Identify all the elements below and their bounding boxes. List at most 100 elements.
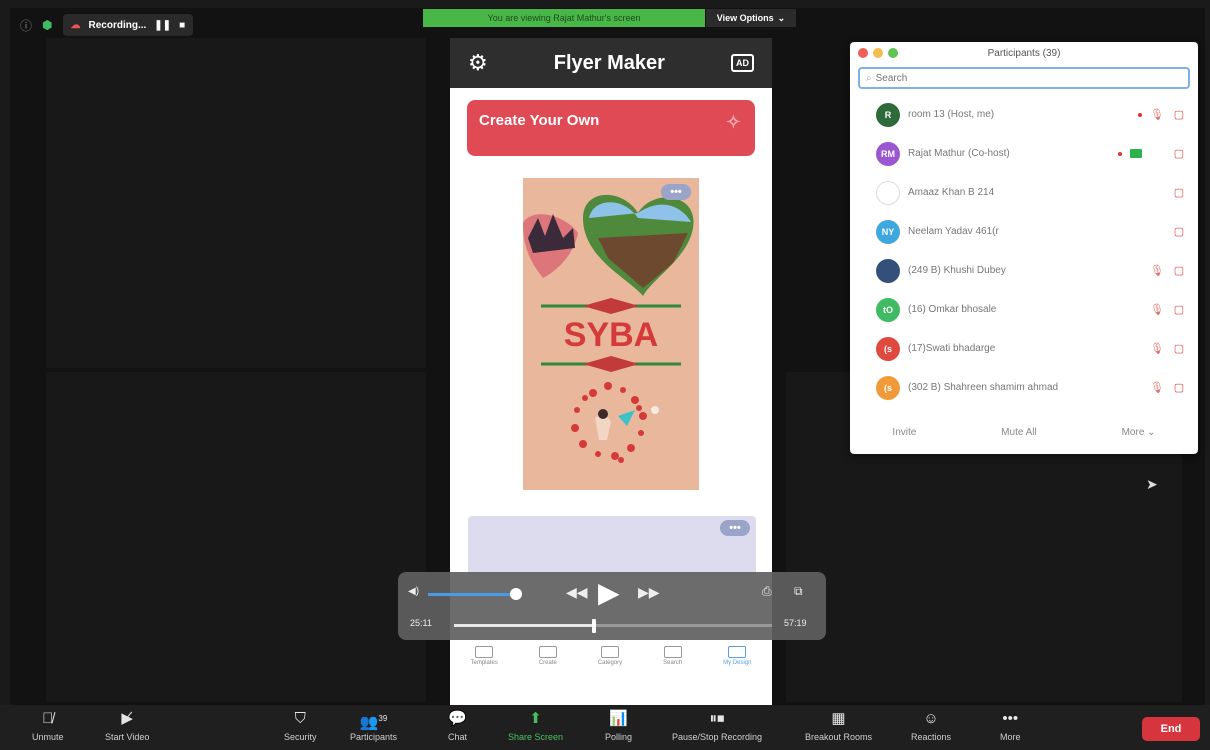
remaining-time: 57:19 bbox=[784, 618, 807, 628]
reactions-icon: ☺ bbox=[923, 710, 939, 727]
play-icon[interactable]: ▶ bbox=[598, 576, 620, 609]
avatar: tO bbox=[876, 297, 900, 322]
meeting-status-bar: ⓘ ⬢ ☁ Recording... ❚❚ ■ bbox=[20, 12, 194, 38]
fast-forward-icon[interactable]: ▶▶ bbox=[638, 584, 660, 601]
settings-gear-icon[interactable]: ⚙ bbox=[468, 50, 488, 76]
reactions-button[interactable]: ☺ Reactions bbox=[911, 709, 951, 742]
progress-knob[interactable] bbox=[591, 619, 596, 633]
more-options-button[interactable]: ••• bbox=[661, 184, 691, 200]
end-meeting-button[interactable]: End bbox=[1142, 717, 1200, 741]
tab-my-design[interactable]: My Design bbox=[723, 646, 751, 666]
more-toolbar-button[interactable]: ••• More bbox=[1000, 709, 1021, 742]
volume-knob[interactable] bbox=[510, 588, 522, 600]
ad-icon[interactable]: AD bbox=[731, 54, 754, 72]
participant-row[interactable]: RM Rajat Mathur (Co-host) ▢ bbox=[850, 134, 1198, 173]
chat-icon: 💬 bbox=[448, 710, 467, 727]
participant-name: (302 B) Shahreen shamim ahmad bbox=[908, 382, 1059, 393]
volume-icon[interactable]: ◀) bbox=[408, 586, 419, 597]
tab-templates[interactable]: Templates bbox=[470, 646, 498, 666]
chat-label: Chat bbox=[448, 732, 468, 742]
participant-row[interactable]: Rroom 13 (Host, me) 🎙 ▢ bbox=[850, 95, 1198, 134]
participant-name: (249 B) Khushi Dubey bbox=[908, 265, 1006, 276]
participant-status-icons: ▢ bbox=[1106, 186, 1186, 199]
info-icon[interactable]: ⓘ bbox=[20, 17, 32, 34]
chat-button[interactable]: 💬 Chat bbox=[448, 709, 467, 742]
camera-off-icon[interactable]: ▢ bbox=[1172, 381, 1186, 394]
participants-titlebar: Participants (39) bbox=[850, 42, 1198, 64]
my-design-icon bbox=[728, 646, 747, 658]
recording-label: Recording... bbox=[88, 19, 147, 31]
shield-icon[interactable]: ⬢ bbox=[42, 18, 52, 32]
screen-sharing-icon bbox=[1130, 149, 1142, 158]
tab-create[interactable]: Create bbox=[538, 646, 557, 666]
tab-label: Search bbox=[663, 660, 683, 666]
more-label: More bbox=[1000, 732, 1021, 742]
camera-off-icon[interactable]: ▢ bbox=[1172, 108, 1186, 121]
camera-off-icon[interactable]: ▢ bbox=[1172, 225, 1186, 238]
sparkle-icon: ✧ bbox=[725, 112, 741, 132]
recording-indicator: ☁ Recording... ❚❚ ■ bbox=[62, 14, 194, 36]
mic-muted-icon[interactable]: 🎙 bbox=[1150, 264, 1164, 277]
participant-row[interactable]: (s (302 B) Shahreen shamim ahmad 🎙 ▢ bbox=[850, 368, 1198, 407]
participant-status-icons: 🎙 ▢ bbox=[1106, 303, 1186, 316]
elapsed-time: 25:11 bbox=[410, 618, 432, 628]
camera-off-icon[interactable]: ▢ bbox=[1172, 342, 1186, 355]
tab-category[interactable]: Category bbox=[598, 646, 622, 666]
video-tile bbox=[46, 38, 426, 368]
avatar bbox=[876, 180, 900, 205]
camera-off-icon[interactable]: ▢ bbox=[1172, 186, 1186, 199]
camera-off-icon[interactable]: ▢ bbox=[1172, 303, 1186, 316]
participant-status-icons: 🎙 ▢ bbox=[1106, 108, 1186, 121]
participant-row[interactable]: (249 B) Khushi Dubey 🎙 ▢ bbox=[850, 251, 1198, 290]
participant-row[interactable]: NY Neelam Yadav 461(r ▢ bbox=[850, 212, 1198, 251]
more-options-button[interactable]: ••• bbox=[720, 520, 750, 536]
start-video-button[interactable]: ▶̸ Start Video bbox=[105, 709, 149, 742]
participant-name: Rajat Mathur (Co-host) bbox=[908, 148, 1010, 159]
avatar: (s bbox=[876, 336, 900, 361]
breakout-rooms-button[interactable]: ▦ Breakout Rooms bbox=[805, 709, 872, 742]
participant-row[interactable]: (s (17)Swati bhadarge 🎙 ▢ bbox=[850, 329, 1198, 368]
mic-muted-icon[interactable]: 🎙 bbox=[1150, 303, 1164, 316]
flyer-thumbnail[interactable]: SYBA ••• bbox=[523, 178, 699, 490]
unmute-button[interactable]: 🎙̸ Unmute bbox=[32, 709, 64, 742]
flyer-card-placeholder[interactable]: ••• bbox=[468, 516, 756, 576]
participant-search-input[interactable] bbox=[875, 72, 1160, 84]
participant-name: room 13 (Host, me) bbox=[908, 109, 995, 120]
participant-name: Neelam Yadav 461(r bbox=[908, 226, 999, 237]
search-icon bbox=[663, 646, 682, 658]
view-options-button[interactable]: View Options ⌄ bbox=[706, 9, 796, 27]
tab-label: Create bbox=[538, 660, 557, 666]
pause-stop-recording-button[interactable]: ⏸⏹ Pause/Stop Recording bbox=[672, 709, 762, 742]
mic-muted-icon[interactable]: 🎙 bbox=[1150, 381, 1164, 394]
invite-button[interactable]: Invite bbox=[892, 427, 916, 438]
app-tab-bar: Templates Create Category Search My Desi… bbox=[450, 636, 772, 666]
participants-footer: Invite Mute All More ⌄ bbox=[850, 427, 1198, 438]
participant-search[interactable]: ⌕ bbox=[858, 67, 1190, 89]
participants-title: Participants (39) bbox=[987, 47, 1061, 59]
polling-button[interactable]: 📊 Polling bbox=[605, 709, 632, 742]
mic-muted-icon[interactable]: 🎙 bbox=[1150, 108, 1164, 121]
more-button[interactable]: More ⌄ bbox=[1122, 427, 1156, 438]
stop-recording-icon[interactable]: ■ bbox=[179, 20, 185, 31]
rewind-icon[interactable]: ◀◀ bbox=[566, 584, 588, 601]
create-your-own-button[interactable]: Create Your Own ✧ bbox=[467, 100, 755, 156]
chevron-down-icon: ⌄ bbox=[777, 12, 786, 23]
recording-dot-icon bbox=[1118, 151, 1122, 156]
participants-button[interactable]: 👥39 Participants bbox=[350, 709, 397, 742]
camera-off-icon[interactable]: ▢ bbox=[1172, 147, 1186, 160]
camera-off-icon[interactable]: ▢ bbox=[1172, 264, 1186, 277]
mouse-cursor-icon: ➤ bbox=[1146, 476, 1158, 492]
mic-muted-icon[interactable]: 🎙 bbox=[1150, 342, 1164, 355]
participant-row[interactable]: Amaaz Khan B 214 ▢ bbox=[850, 173, 1198, 212]
avatar: RM bbox=[876, 141, 900, 166]
share-icon[interactable]: ⎙ bbox=[762, 584, 772, 599]
share-screen-button[interactable]: ⬆ Share Screen bbox=[508, 709, 563, 742]
pause-stop-icon: ⏸⏹ bbox=[709, 710, 725, 727]
mute-all-button[interactable]: Mute All bbox=[1001, 427, 1037, 438]
pause-recording-icon[interactable]: ❚❚ bbox=[154, 20, 171, 31]
picture-in-picture-icon[interactable]: ⧉ bbox=[794, 584, 803, 599]
participants-label: Participants bbox=[350, 732, 398, 742]
tab-search[interactable]: Search bbox=[663, 646, 682, 666]
participant-row[interactable]: tO (16) Omkar bhosale 🎙 ▢ bbox=[850, 290, 1198, 329]
security-button[interactable]: ⛉ Security bbox=[284, 709, 317, 742]
